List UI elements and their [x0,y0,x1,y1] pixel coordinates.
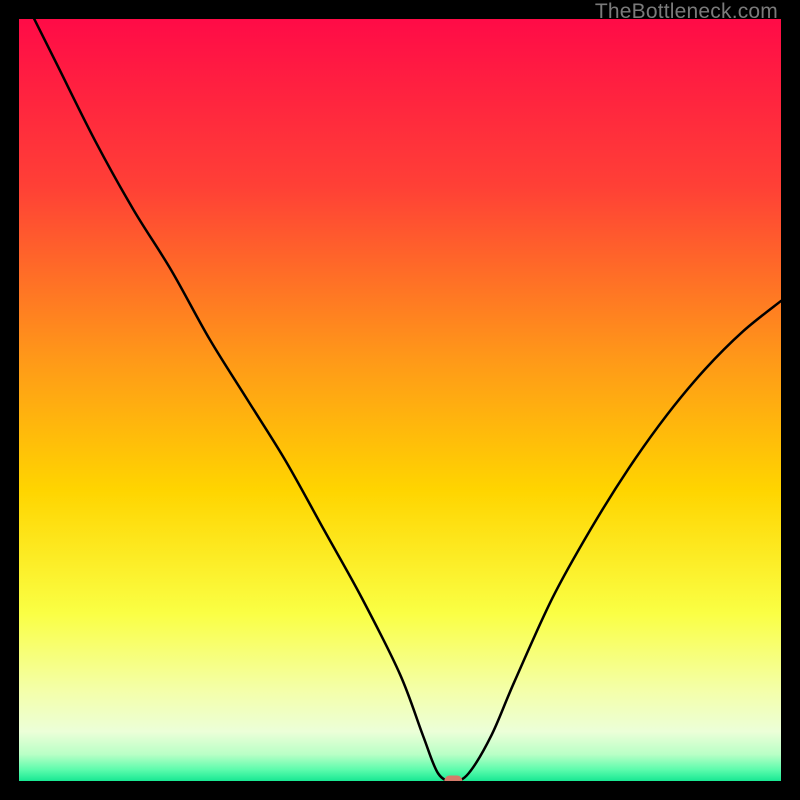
heatmap-background [19,19,781,781]
watermark-label: TheBottleneck.com [595,0,778,24]
chart-plot-area [19,19,781,781]
optimum-marker [444,776,462,782]
chart-frame: TheBottleneck.com [0,0,800,800]
chart-svg [19,19,781,781]
